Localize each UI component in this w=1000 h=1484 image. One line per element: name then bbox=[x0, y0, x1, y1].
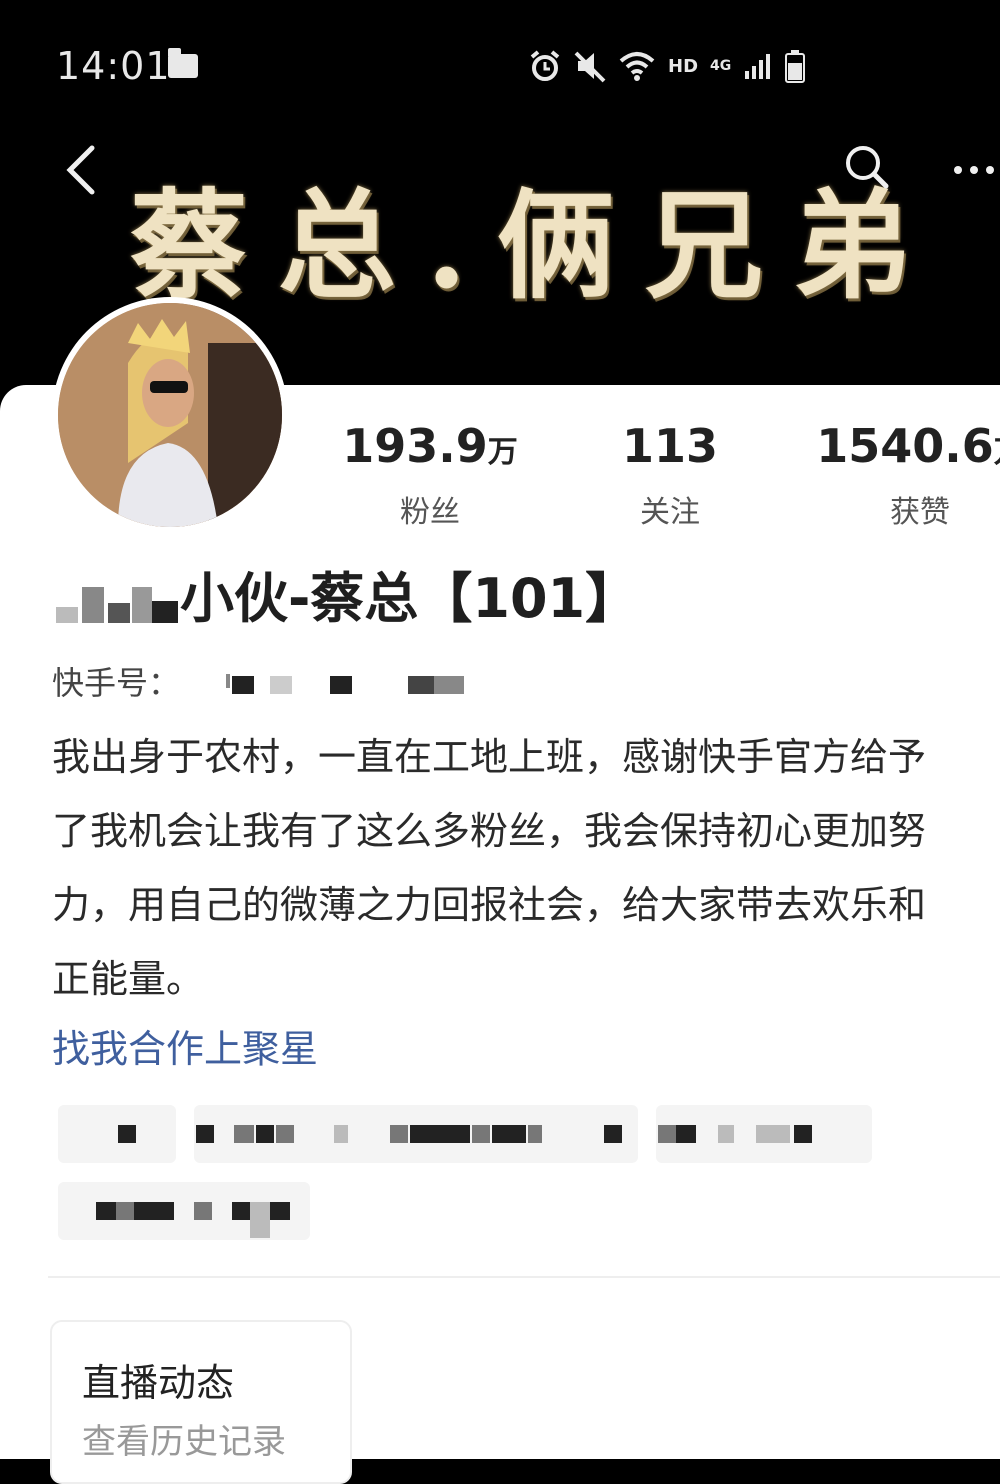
more-icon[interactable] bbox=[950, 162, 1000, 178]
stat-likes[interactable]: 1540.6万 获赞 bbox=[790, 420, 1000, 531]
cooperation-link[interactable]: 找我合作上聚星 bbox=[52, 1018, 318, 1073]
profile-bio: 我出身于农村，一直在工地上班，感谢快手官方给予 了我机会让我有了这么多粉丝，我会… bbox=[52, 735, 927, 1001]
banner-title: 蔡总.俩兄弟 bbox=[130, 176, 942, 315]
stat-followers[interactable]: 193.9万 粉丝 bbox=[310, 420, 550, 531]
alarm-icon bbox=[530, 50, 560, 81]
avatar-photo bbox=[58, 303, 282, 527]
status-time: 14:01 bbox=[56, 44, 171, 88]
live-card-subtitle: 查看历史记录 bbox=[82, 1422, 286, 1462]
tag-chip[interactable] bbox=[58, 1182, 310, 1240]
signal-icon bbox=[745, 54, 771, 79]
search-icon[interactable] bbox=[842, 142, 892, 192]
stat-likes-value: 1540.6万 bbox=[816, 419, 1000, 473]
tag-chip[interactable] bbox=[656, 1105, 872, 1163]
status-bar: 14:01 HD 4G bbox=[0, 0, 1000, 110]
profile-stats: 193.9万 粉丝 113 关注 1540.6万 获赞 bbox=[300, 420, 1000, 530]
live-card-title: 直播动态 bbox=[82, 1361, 235, 1405]
stat-following-label: 关注 bbox=[640, 495, 700, 530]
stat-followers-value: 193.9万 bbox=[342, 419, 518, 473]
live-history-card[interactable]: 直播动态 查看历史记录 bbox=[50, 1320, 352, 1484]
kuaishou-id: 快手号： bbox=[52, 658, 464, 704]
tag-chip[interactable] bbox=[58, 1105, 176, 1163]
avatar[interactable] bbox=[52, 297, 288, 533]
stat-following[interactable]: 113 关注 bbox=[550, 420, 790, 531]
section-divider bbox=[48, 1276, 1000, 1278]
wifi-icon bbox=[619, 52, 655, 81]
stat-following-value: 113 bbox=[621, 419, 719, 473]
nickname: 小伙-蔡总【101】 bbox=[180, 567, 640, 630]
folder-icon bbox=[168, 48, 198, 78]
battery-icon bbox=[785, 50, 806, 83]
tag-row-1 bbox=[58, 1105, 878, 1165]
back-icon[interactable] bbox=[58, 140, 108, 200]
stat-likes-label: 获赞 bbox=[890, 495, 950, 530]
redacted-name-blur bbox=[56, 587, 178, 623]
stat-followers-label: 粉丝 bbox=[400, 495, 460, 530]
tag-row-2 bbox=[58, 1182, 318, 1242]
status-icons: HD 4G bbox=[528, 46, 806, 86]
network-type: 4G bbox=[710, 58, 732, 74]
tag-chip[interactable] bbox=[194, 1105, 638, 1163]
mute-icon bbox=[574, 51, 606, 83]
hd-indicator: HD bbox=[668, 55, 699, 77]
redacted-id-blur bbox=[226, 674, 464, 694]
kuaishou-id-label: 快手号： bbox=[52, 664, 181, 702]
